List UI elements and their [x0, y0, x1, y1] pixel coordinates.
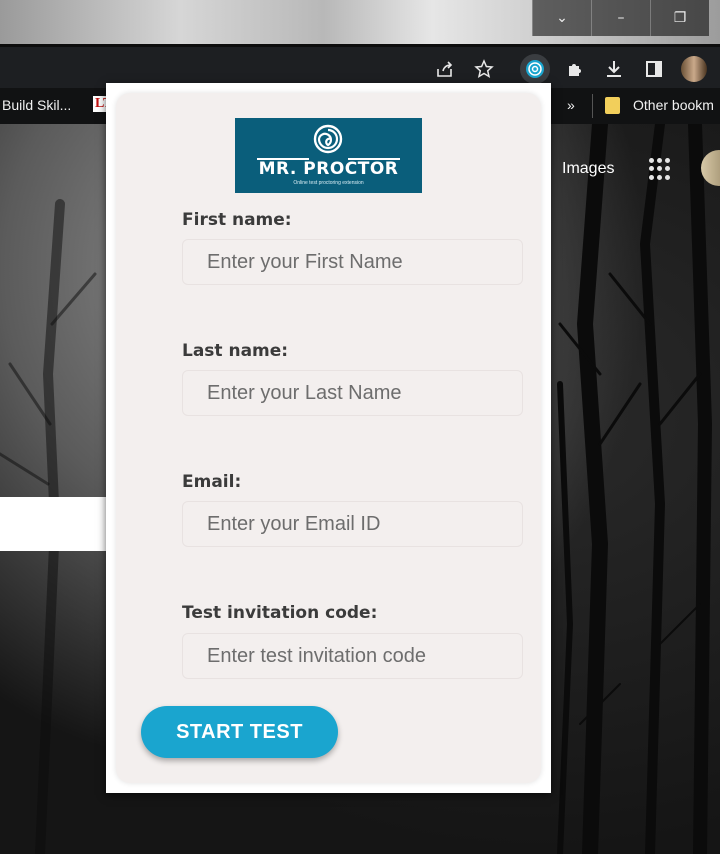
downloads-button[interactable]	[601, 56, 627, 82]
folder-icon	[605, 97, 620, 114]
first-name-input[interactable]	[182, 239, 523, 285]
restore-button[interactable]: ❐	[650, 0, 709, 36]
swirl-logo-icon	[313, 124, 343, 154]
apps-grid-icon[interactable]	[649, 158, 671, 180]
invitation-code-input[interactable]	[182, 633, 523, 679]
email-input[interactable]	[182, 501, 523, 547]
other-bookmarks-link[interactable]: Other bookm	[633, 97, 714, 113]
share-button[interactable]	[432, 56, 458, 82]
mr-proctor-extension-button[interactable]	[520, 54, 550, 84]
side-panel-icon	[646, 61, 662, 77]
images-link[interactable]: Images	[562, 160, 614, 178]
chevron-down-icon: ⌄	[556, 10, 568, 26]
extension-popup: MR. PROCTOR Online test proctoring exten…	[106, 83, 551, 793]
bookmark-star-button[interactable]	[471, 56, 497, 82]
proctor-swirl-icon	[526, 60, 544, 78]
bookmark-item[interactable]: Build Skil...	[2, 97, 71, 113]
profile-avatar[interactable]	[681, 56, 707, 82]
page-content-strip	[0, 497, 120, 551]
download-icon	[607, 61, 621, 77]
bookmarks-divider	[592, 94, 593, 118]
restore-icon: ❐	[673, 10, 687, 26]
first-name-label: First name:	[182, 210, 292, 230]
puzzle-icon	[569, 64, 581, 76]
extensions-button[interactable]	[562, 56, 588, 82]
invitation-code-label: Test invitation code:	[182, 603, 378, 623]
last-name-label: Last name:	[182, 341, 289, 361]
star-icon	[474, 59, 494, 79]
logo-title: MR. PROCTOR	[258, 159, 399, 179]
share-icon	[437, 61, 453, 77]
last-name-input[interactable]	[182, 370, 523, 416]
bookmarks-overflow-button[interactable]: »	[567, 97, 575, 113]
window-titlebar: ⌄ – ❐	[0, 0, 720, 44]
tab-search-button[interactable]: ⌄	[532, 0, 591, 36]
email-label: Email:	[182, 472, 242, 492]
minimize-icon: –	[617, 10, 625, 26]
logo-subtitle: Online test proctoring extension	[293, 180, 364, 186]
signup-card: MR. PROCTOR Online test proctoring exten…	[116, 93, 541, 783]
start-test-button[interactable]: START TEST	[141, 706, 338, 758]
side-panel-button[interactable]	[641, 56, 667, 82]
mr-proctor-logo: MR. PROCTOR Online test proctoring exten…	[235, 118, 422, 193]
minimize-button[interactable]: –	[591, 0, 650, 36]
